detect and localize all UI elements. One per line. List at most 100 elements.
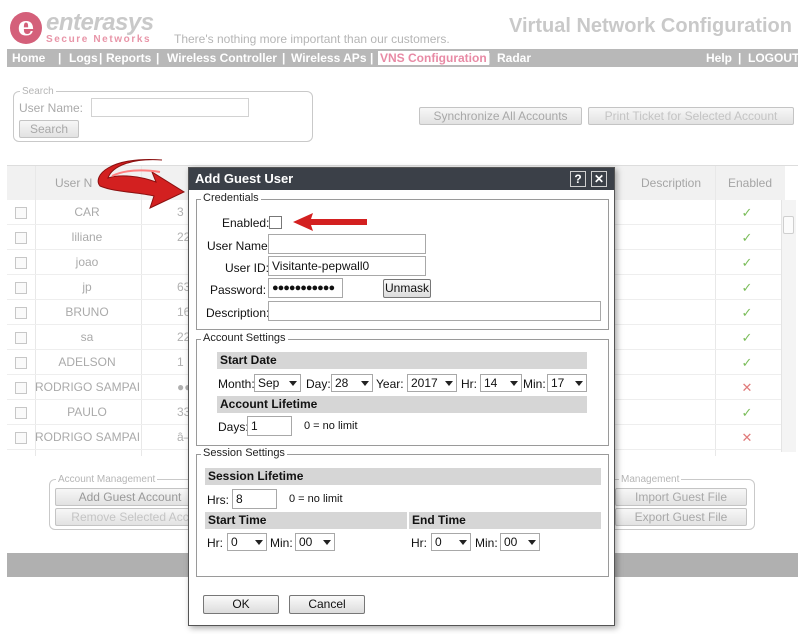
brand-name: enterasys: [46, 9, 154, 36]
end-hour-select[interactable]: 0: [431, 533, 471, 551]
import-guest-file-button[interactable]: Import Guest File: [615, 488, 747, 506]
nav-radar[interactable]: Radar: [497, 49, 531, 67]
enabled-check-icon: ✓: [741, 230, 753, 245]
session-hours-label: Hrs:: [207, 493, 229, 507]
nav-reports[interactable]: Reports: [106, 49, 151, 67]
session-settings-group: Session Settings Session Lifetime Hrs: 8…: [196, 447, 609, 577]
end-time-heading: End Time: [409, 512, 601, 529]
start-time-heading: Start Time: [205, 512, 407, 529]
hour-label: Hr:: [461, 377, 477, 391]
print-ticket-button[interactable]: Print Ticket for Selected Account: [588, 107, 794, 125]
days-no-limit-hint: 0 = no limit: [304, 420, 358, 432]
help-icon[interactable]: ?: [570, 171, 586, 187]
day-select[interactable]: 28: [331, 374, 373, 392]
start-minute-label: Min:: [270, 536, 293, 550]
add-guest-user-dialog: Add Guest User ? ✕ Credentials Enabled: …: [188, 167, 615, 626]
row-select-checkbox[interactable]: [15, 207, 27, 219]
annotation-arrow-icon: [97, 158, 186, 209]
session-lifetime-heading: Session Lifetime: [205, 468, 601, 485]
account-lifetime-heading: Account Lifetime: [217, 396, 587, 413]
row-select-checkbox[interactable]: [15, 282, 27, 294]
days-label: Days:: [218, 420, 249, 434]
search-legend: Search: [22, 86, 54, 97]
enabled-check-icon: ✓: [741, 405, 753, 420]
dialog-title: Add Guest User: [189, 168, 614, 190]
nav-wireless-controller[interactable]: Wireless Controller: [167, 49, 277, 67]
add-guest-account-button[interactable]: Add Guest Account: [55, 488, 205, 506]
row-select-checkbox[interactable]: [15, 382, 27, 394]
row-select-checkbox[interactable]: [15, 407, 27, 419]
table-header-enabled: Enabled: [715, 166, 785, 200]
page-title: Virtual Network Configuration: [509, 15, 792, 37]
nav-home[interactable]: Home: [12, 49, 45, 67]
nav-separator: |: [282, 51, 286, 65]
row-select-checkbox[interactable]: [15, 307, 27, 319]
disabled-cross-icon: ✕: [741, 380, 753, 395]
table-scroll-thumb[interactable]: [783, 216, 794, 234]
hour-select[interactable]: 14: [480, 374, 522, 392]
row-username: PAULO: [67, 405, 107, 419]
table-scrollbar[interactable]: [781, 200, 796, 452]
description-field[interactable]: [268, 301, 601, 321]
start-minute-select[interactable]: 00: [295, 533, 335, 551]
row-username: sa: [80, 330, 94, 344]
row-select-checkbox[interactable]: [15, 357, 27, 369]
day-label: Day:: [306, 377, 331, 391]
nav-separator: |: [487, 51, 491, 65]
search-username-label: User Name:: [19, 101, 84, 115]
enabled-checkbox[interactable]: [269, 216, 282, 229]
nav-vns-configuration[interactable]: VNS Configuration: [378, 51, 489, 65]
month-label: Month:: [218, 377, 255, 391]
nav-help[interactable]: Help: [706, 49, 732, 67]
minute-select[interactable]: 17: [547, 374, 587, 392]
year-select[interactable]: 2017: [407, 374, 457, 392]
nav-separator: |: [156, 51, 160, 65]
search-button[interactable]: Search: [19, 120, 79, 138]
year-label: Year:: [376, 377, 404, 391]
minute-label: Min:: [523, 377, 546, 391]
enabled-check-icon: ✓: [741, 205, 753, 220]
tagline: There's nothing more important than our …: [174, 32, 450, 46]
disabled-cross-icon: ✕: [741, 430, 753, 445]
user-id-field[interactable]: Visitante-pepwall0: [268, 256, 426, 276]
row-select-checkbox[interactable]: [15, 257, 27, 269]
nav-wireless-aps[interactable]: Wireless APs: [291, 49, 367, 67]
export-guest-file-button[interactable]: Export Guest File: [615, 508, 747, 526]
nav-separator: |: [370, 51, 374, 65]
row-select-checkbox[interactable]: [15, 432, 27, 444]
enabled-check-icon: ✓: [741, 280, 753, 295]
user-id-label: User ID:: [225, 261, 270, 275]
nav-separator: |: [58, 51, 62, 65]
account-management-legend: Account Management: [58, 474, 156, 485]
start-date-heading: Start Date: [217, 352, 587, 369]
account-settings-legend: Account Settings: [201, 332, 288, 344]
row-select-checkbox[interactable]: [15, 332, 27, 344]
end-minute-select[interactable]: 00: [500, 533, 540, 551]
row-username: RODRIGO SAMPAIO: [35, 380, 139, 394]
cancel-button[interactable]: Cancel: [289, 595, 365, 614]
remove-selected-account-button[interactable]: Remove Selected Acc: [55, 508, 205, 526]
user-name-field[interactable]: [268, 234, 426, 254]
days-field[interactable]: 1: [247, 416, 292, 436]
row-select-checkbox[interactable]: [15, 232, 27, 244]
nav-separator: |: [738, 51, 742, 65]
month-select[interactable]: Sep: [254, 374, 301, 392]
session-hours-field[interactable]: 8: [232, 489, 277, 509]
start-hour-select[interactable]: 0: [227, 533, 267, 551]
end-minute-label: Min:: [475, 536, 498, 550]
close-icon[interactable]: ✕: [591, 171, 607, 187]
ok-button[interactable]: OK: [203, 595, 279, 614]
brand-subtitle: Secure Networks: [46, 34, 152, 45]
credentials-group: Credentials Enabled: User Name: User ID:…: [196, 192, 609, 330]
row-password: 1: [177, 355, 184, 369]
nav-logs[interactable]: Logs: [69, 49, 98, 67]
nav-separator: |: [99, 51, 103, 65]
synchronize-all-accounts-button[interactable]: Synchronize All Accounts: [419, 107, 582, 125]
main-navigation: Home | Logs | Reports | Wireless Control…: [7, 49, 799, 67]
unmask-button[interactable]: Unmask: [383, 279, 431, 298]
annotation-arrow-small-icon: [293, 213, 367, 231]
user-name-label: User Name:: [207, 239, 272, 253]
nav-logout[interactable]: LOGOUT: [748, 49, 799, 67]
search-username-input[interactable]: [91, 98, 249, 117]
password-field[interactable]: ●●●●●●●●●●●: [268, 278, 343, 298]
